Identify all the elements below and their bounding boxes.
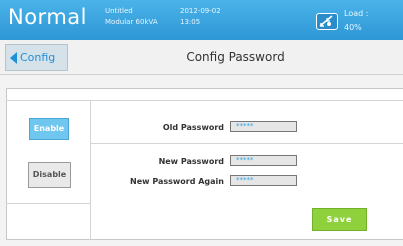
- back-button[interactable]: Config: [5, 44, 68, 71]
- time-label: 13:05: [180, 18, 201, 26]
- panel-divider: [6, 100, 403, 101]
- new-password-again-label: New Password Again: [130, 177, 224, 186]
- system-model: Modular 60kVA: [105, 18, 158, 26]
- back-arrow-icon: [10, 51, 17, 64]
- row-divider: [90, 143, 403, 144]
- back-button-label: Config: [20, 51, 56, 64]
- date-label: 2012-09-02: [180, 7, 221, 15]
- new-password-label: New Password: [158, 157, 224, 166]
- system-info: Untitled Modular 60kVA: [105, 6, 158, 28]
- load-value: 40%: [344, 23, 362, 32]
- datetime: 2012-09-02 13:05: [180, 6, 221, 28]
- old-password-label: Old Password: [162, 123, 224, 132]
- status-bar: Normal Untitled Modular 60kVA 2012-09-02…: [0, 0, 403, 40]
- mode-label: Normal: [8, 5, 87, 29]
- left-row-divider: [6, 203, 90, 204]
- page-title: Config Password: [186, 50, 285, 64]
- column-divider: [90, 100, 91, 240]
- load-icon[interactable]: [316, 13, 338, 30]
- enable-button[interactable]: Enable: [29, 118, 69, 140]
- old-password-field[interactable]: *****: [230, 121, 297, 132]
- screen: Normal Untitled Modular 60kVA 2012-09-02…: [0, 0, 403, 246]
- load-label: Load :: [344, 9, 369, 18]
- new-password-again-field[interactable]: *****: [230, 175, 297, 186]
- new-password-field[interactable]: *****: [230, 155, 297, 166]
- load-readout: Load : 40%: [344, 7, 368, 35]
- save-button[interactable]: Save: [312, 208, 367, 231]
- disable-button[interactable]: Disable: [28, 162, 71, 188]
- title-area: Config Password: [68, 40, 403, 74]
- system-name: Untitled: [105, 7, 133, 15]
